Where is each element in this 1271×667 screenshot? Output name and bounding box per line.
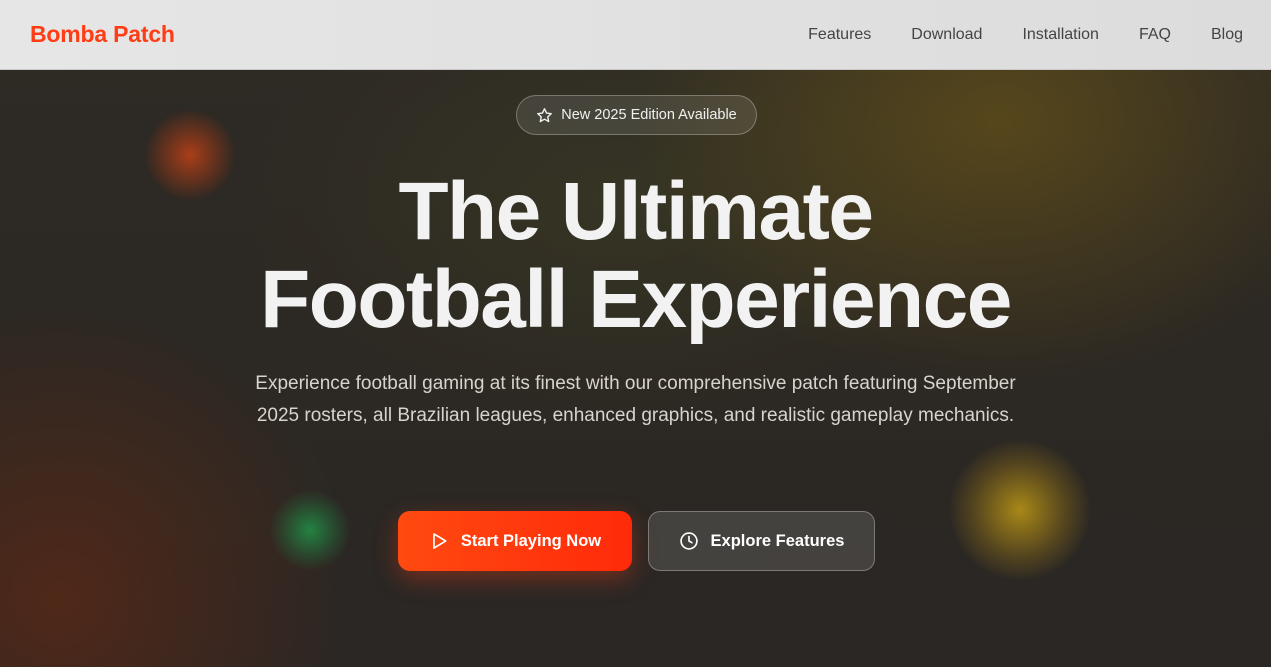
nav-link-features[interactable]: Features	[808, 26, 871, 44]
explore-features-button-label: Explore Features	[710, 531, 845, 550]
edition-badge: New 2025 Edition Available	[516, 95, 757, 135]
clock-icon	[679, 532, 698, 550]
nav-link-download[interactable]: Download	[911, 26, 982, 44]
hero-title-line-2: Football Experience	[260, 254, 1012, 345]
start-playing-button-label: Start Playing Now	[460, 531, 602, 550]
hero-title: The Ultimate Football Experience	[0, 168, 1271, 344]
explore-features-button[interactable]: Explore Features	[648, 511, 875, 571]
top-navbar: Bomba Patch Features Download Installati…	[0, 0, 1271, 70]
start-playing-button[interactable]: Start Playing Now	[398, 511, 632, 571]
star-icon	[537, 107, 553, 122]
play-icon	[433, 533, 447, 549]
hero-section: New 2025 Edition Available The Ultimate …	[0, 0, 1271, 667]
hero-title-line-1: The Ultimate	[398, 166, 874, 257]
main-nav: Features Download Installation FAQ Blog	[768, 26, 1243, 44]
hero-subtitle: Experience football gaming at its finest…	[255, 373, 1016, 426]
brand-logo[interactable]: Bomba Patch	[30, 21, 175, 48]
edition-badge-label: New 2025 Edition Available	[561, 107, 737, 123]
nav-link-faq[interactable]: FAQ	[1139, 26, 1171, 44]
decorative-glow-green	[270, 490, 350, 570]
decorative-glow-yellow	[950, 440, 1090, 580]
nav-link-installation[interactable]: Installation	[1022, 26, 1099, 44]
nav-link-blog[interactable]: Blog	[1211, 26, 1243, 44]
